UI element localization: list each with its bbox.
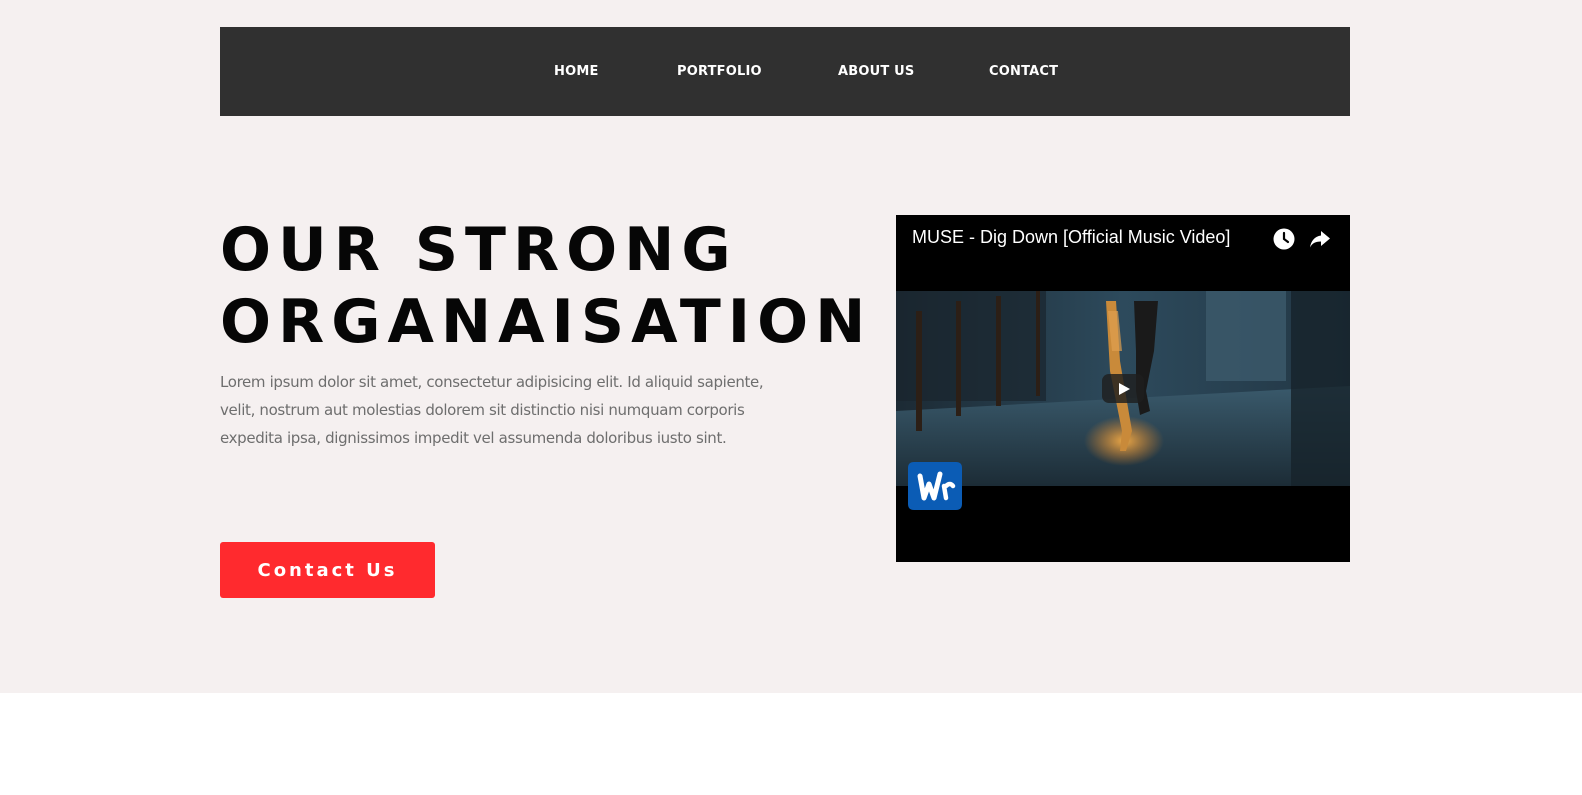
main-navbar: HOME PORTFOLIO ABOUT US CONTACT bbox=[220, 27, 1350, 116]
hero-description: Lorem ipsum dolor sit amet, consectetur … bbox=[220, 373, 764, 447]
headline-line-2: ORGANAISATION bbox=[220, 287, 873, 357]
channel-logo-icon[interactable] bbox=[906, 458, 964, 514]
headline-line-1: OUR STRONG bbox=[220, 215, 738, 285]
contact-us-button[interactable]: Contact Us bbox=[220, 542, 435, 598]
video-title[interactable]: MUSE - Dig Down [Official Music Video] bbox=[912, 227, 1230, 248]
nav-portfolio[interactable]: PORTFOLIO bbox=[677, 27, 762, 116]
watch-later-icon[interactable] bbox=[1272, 227, 1296, 251]
video-embed[interactable]: MUSE - Dig Down [Official Music Video] bbox=[896, 215, 1350, 562]
nav-about-us[interactable]: ABOUT US bbox=[838, 27, 915, 116]
share-icon[interactable] bbox=[1308, 227, 1332, 251]
hero-section: HOME PORTFOLIO ABOUT US CONTACT OUR STRO… bbox=[0, 0, 1582, 693]
nav-home[interactable]: HOME bbox=[554, 27, 599, 116]
hero-headline: OUR STRONG ORGANAISATION bbox=[220, 214, 872, 358]
play-icon[interactable] bbox=[1102, 374, 1144, 403]
nav-contact[interactable]: CONTACT bbox=[989, 27, 1058, 116]
